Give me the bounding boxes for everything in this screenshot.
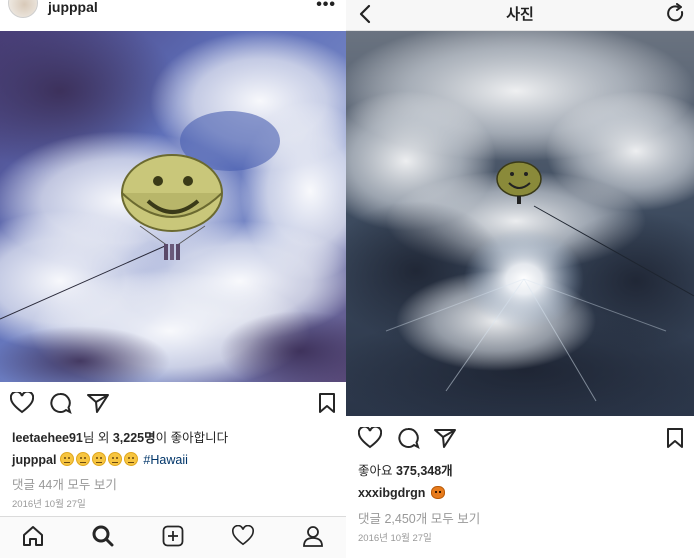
- photo-header: 사진: [346, 0, 694, 31]
- caption: xxxibgdrgn: [358, 486, 445, 500]
- caption-username[interactable]: xxxibgdrgn: [358, 486, 425, 500]
- cloudy-sky-photo: [346, 31, 694, 416]
- caption-username[interactable]: jupppal: [12, 453, 56, 467]
- smile-emoji-icon: [123, 452, 138, 466]
- smile-emoji-icon: [107, 452, 122, 466]
- smile-emoji-icon: [75, 452, 90, 466]
- likes-text[interactable]: leetaehee91님 외 3,225명이 좋아합니다: [12, 427, 228, 446]
- smile-emoji-icon: [91, 452, 106, 466]
- add-icon[interactable]: [162, 525, 184, 547]
- post-photo[interactable]: [0, 31, 346, 382]
- caption: jupppal #Hawaii: [12, 452, 188, 467]
- view-comments-link[interactable]: 댓글 2,450개 모두 보기: [358, 508, 480, 527]
- activity-heart-icon[interactable]: [232, 525, 254, 547]
- home-icon[interactable]: [22, 525, 44, 547]
- share-icon[interactable]: [86, 392, 110, 414]
- parasailing-photo: [0, 31, 346, 382]
- bookmark-icon[interactable]: [318, 392, 336, 414]
- page-title: 사진: [506, 6, 534, 23]
- likes-mid: 님 외: [82, 431, 113, 445]
- post-photo[interactable]: [346, 31, 694, 416]
- likes-label: 좋아요: [358, 464, 396, 478]
- likes-text[interactable]: 좋아요 375,348개: [358, 460, 453, 479]
- smile-emoji-icon: [59, 452, 74, 466]
- search-icon[interactable]: [92, 525, 114, 547]
- left-post-panel: jupppal ••• leetaehee91님 외 3,225명이 좋아합니다…: [0, 0, 346, 558]
- comment-icon[interactable]: [48, 392, 72, 414]
- bottom-nav: [0, 516, 346, 558]
- share-icon[interactable]: [433, 427, 457, 449]
- post-username[interactable]: jupppal: [48, 0, 98, 15]
- post-date: 2016년 10월 27일: [12, 499, 86, 510]
- post-header: jupppal •••: [0, 0, 346, 30]
- right-post-panel: 사진 좋아요 375,348개 xxxibgdrgn 댓글 2,450개 모두 …: [346, 0, 694, 558]
- heart-icon[interactable]: [358, 427, 382, 449]
- refresh-icon[interactable]: [666, 3, 686, 25]
- pumpkin-emoji-icon: [430, 486, 445, 499]
- post-actions: [346, 425, 694, 455]
- likes-user[interactable]: leetaehee91: [12, 431, 83, 445]
- profile-icon[interactable]: [302, 525, 324, 547]
- avatar[interactable]: [8, 0, 38, 18]
- likes-count[interactable]: 375,348개: [396, 464, 453, 478]
- bookmark-icon[interactable]: [666, 427, 684, 449]
- post-date: 2016년 10월 27일: [358, 533, 432, 544]
- likes-count[interactable]: 3,225명: [113, 431, 156, 445]
- heart-icon[interactable]: [10, 392, 34, 414]
- hashtag-link[interactable]: #Hawaii: [143, 453, 187, 467]
- post-actions: [0, 390, 346, 420]
- more-options-icon[interactable]: •••: [316, 0, 336, 14]
- likes-suffix: 이 좋아합니다: [155, 431, 229, 445]
- view-comments-link[interactable]: 댓글 44개 모두 보기: [12, 474, 117, 493]
- comment-icon[interactable]: [396, 427, 420, 449]
